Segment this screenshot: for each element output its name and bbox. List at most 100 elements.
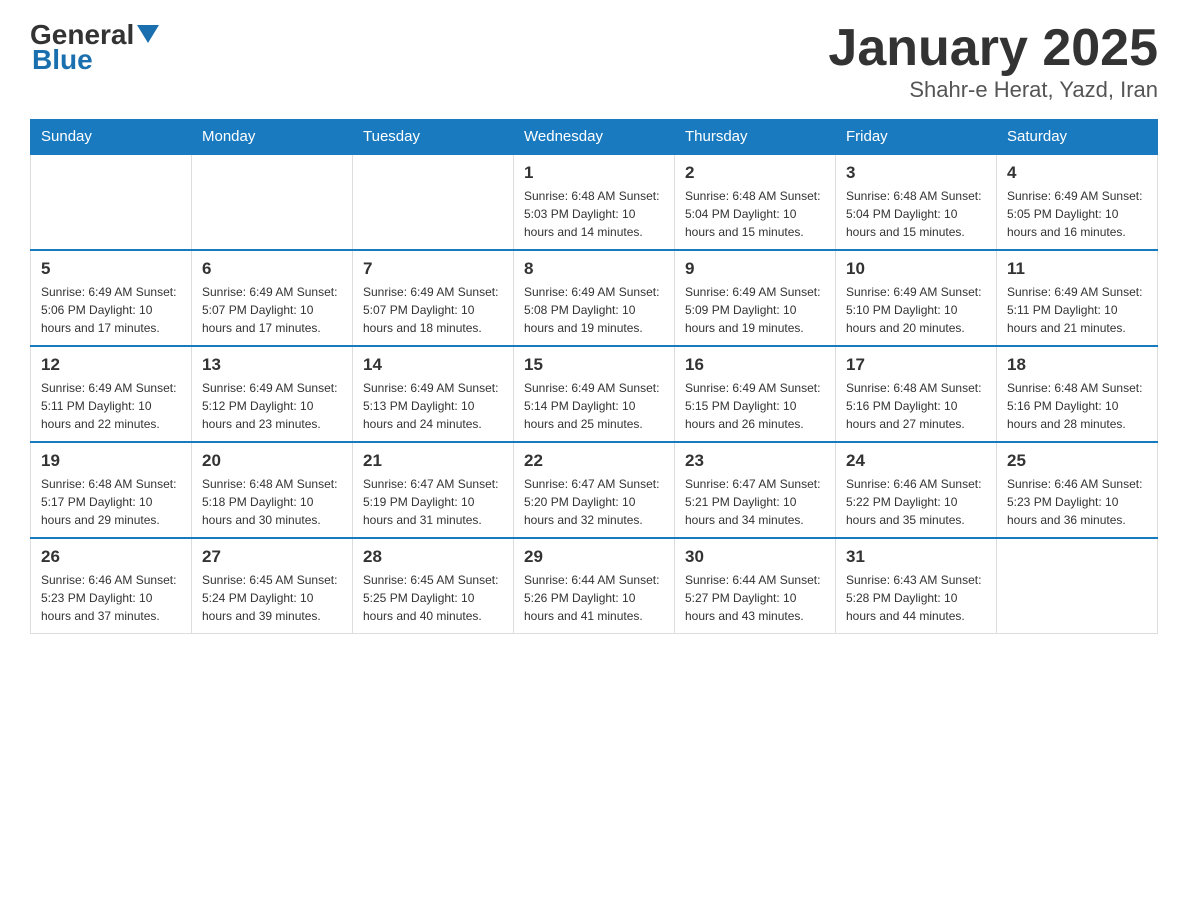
day-info: Sunrise: 6:48 AM Sunset: 5:16 PM Dayligh… bbox=[846, 379, 986, 433]
day-number: 26 bbox=[41, 547, 181, 567]
calendar-cell: 1 Sunrise: 6:48 AM Sunset: 5:03 PM Daylig… bbox=[514, 154, 675, 250]
calendar-cell: 30Sunrise: 6:44 AM Sunset: 5:27 PM Dayli… bbox=[675, 538, 836, 634]
day-info: Sunrise: 6:49 AM Sunset: 5:15 PM Dayligh… bbox=[685, 379, 825, 433]
day-number: 14 bbox=[363, 355, 503, 375]
weekday-header-monday: Monday bbox=[192, 120, 353, 155]
page-header: General Blue January 2025 Shahr-e Herat,… bbox=[30, 20, 1158, 103]
day-number: 13 bbox=[202, 355, 342, 375]
calendar-week-2: 5 Sunrise: 6:49 AM Sunset: 5:06 PM Daylig… bbox=[31, 250, 1158, 346]
day-info: Sunrise: 6:48 AM Sunset: 5:03 PM Dayligh… bbox=[524, 187, 664, 241]
day-info: Sunrise: 6:47 AM Sunset: 5:21 PM Dayligh… bbox=[685, 475, 825, 529]
day-info: Sunrise: 6:48 AM Sunset: 5:18 PM Dayligh… bbox=[202, 475, 342, 529]
day-info: Sunrise: 6:48 AM Sunset: 5:04 PM Dayligh… bbox=[685, 187, 825, 241]
day-info: Sunrise: 6:49 AM Sunset: 5:11 PM Dayligh… bbox=[1007, 283, 1147, 337]
calendar-cell: 7Sunrise: 6:49 AM Sunset: 5:07 PM Daylig… bbox=[353, 250, 514, 346]
weekday-header-row: SundayMondayTuesdayWednesdayThursdayFrid… bbox=[31, 120, 1158, 155]
calendar-title: January 2025 bbox=[828, 20, 1158, 77]
calendar-cell: 27 Sunrise: 6:45 AM Sunset: 5:24 PM Dayli… bbox=[192, 538, 353, 634]
day-number: 16 bbox=[685, 355, 825, 375]
calendar-cell: 12 Sunrise: 6:49 AM Sunset: 5:11 PM Dayli… bbox=[31, 346, 192, 442]
day-info: Sunrise: 6:49 AM Sunset: 5:08 PM Dayligh… bbox=[524, 283, 664, 337]
calendar-cell: 4 Sunrise: 6:49 AM Sunset: 5:05 PM Daylig… bbox=[997, 154, 1158, 250]
day-number: 18 bbox=[1007, 355, 1147, 375]
calendar-cell: 19 Sunrise: 6:48 AM Sunset: 5:17 PM Dayli… bbox=[31, 442, 192, 538]
day-number: 17 bbox=[846, 355, 986, 375]
calendar-cell: 20Sunrise: 6:48 AM Sunset: 5:18 PM Dayli… bbox=[192, 442, 353, 538]
day-number: 22 bbox=[524, 451, 664, 471]
day-number: 6 bbox=[202, 259, 342, 279]
calendar-cell bbox=[997, 538, 1158, 634]
calendar-week-3: 12 Sunrise: 6:49 AM Sunset: 5:11 PM Dayli… bbox=[31, 346, 1158, 442]
weekday-header-wednesday: Wednesday bbox=[514, 120, 675, 155]
weekday-header-sunday: Sunday bbox=[31, 120, 192, 155]
day-number: 27 bbox=[202, 547, 342, 567]
calendar-cell: 8 Sunrise: 6:49 AM Sunset: 5:08 PM Daylig… bbox=[514, 250, 675, 346]
logo: General Blue bbox=[30, 20, 159, 74]
day-number: 8 bbox=[524, 259, 664, 279]
day-number: 3 bbox=[846, 163, 986, 183]
day-info: Sunrise: 6:48 AM Sunset: 5:04 PM Dayligh… bbox=[846, 187, 986, 241]
calendar-cell: 6 Sunrise: 6:49 AM Sunset: 5:07 PM Daylig… bbox=[192, 250, 353, 346]
day-number: 28 bbox=[363, 547, 503, 567]
day-info: Sunrise: 6:47 AM Sunset: 5:19 PM Dayligh… bbox=[363, 475, 503, 529]
calendar-cell: 31 Sunrise: 6:43 AM Sunset: 5:28 PM Dayli… bbox=[836, 538, 997, 634]
day-number: 12 bbox=[41, 355, 181, 375]
calendar-cell: 16 Sunrise: 6:49 AM Sunset: 5:15 PM Dayli… bbox=[675, 346, 836, 442]
calendar-cell: 23Sunrise: 6:47 AM Sunset: 5:21 PM Dayli… bbox=[675, 442, 836, 538]
day-number: 21 bbox=[363, 451, 503, 471]
calendar-cell: 29 Sunrise: 6:44 AM Sunset: 5:26 PM Dayli… bbox=[514, 538, 675, 634]
day-number: 11 bbox=[1007, 259, 1147, 279]
day-info: Sunrise: 6:49 AM Sunset: 5:11 PM Dayligh… bbox=[41, 379, 181, 433]
day-info: Sunrise: 6:49 AM Sunset: 5:14 PM Dayligh… bbox=[524, 379, 664, 433]
calendar-cell: 13Sunrise: 6:49 AM Sunset: 5:12 PM Dayli… bbox=[192, 346, 353, 442]
day-info: Sunrise: 6:43 AM Sunset: 5:28 PM Dayligh… bbox=[846, 571, 986, 625]
weekday-header-saturday: Saturday bbox=[997, 120, 1158, 155]
calendar-cell: 21 Sunrise: 6:47 AM Sunset: 5:19 PM Dayli… bbox=[353, 442, 514, 538]
logo-blue-text: Blue bbox=[32, 44, 93, 75]
day-info: Sunrise: 6:48 AM Sunset: 5:16 PM Dayligh… bbox=[1007, 379, 1147, 433]
logo-triangle-icon bbox=[137, 25, 159, 43]
day-info: Sunrise: 6:49 AM Sunset: 5:05 PM Dayligh… bbox=[1007, 187, 1147, 241]
day-info: Sunrise: 6:46 AM Sunset: 5:23 PM Dayligh… bbox=[1007, 475, 1147, 529]
calendar-cell: 22Sunrise: 6:47 AM Sunset: 5:20 PM Dayli… bbox=[514, 442, 675, 538]
calendar-cell bbox=[353, 154, 514, 250]
day-info: Sunrise: 6:49 AM Sunset: 5:06 PM Dayligh… bbox=[41, 283, 181, 337]
weekday-header-friday: Friday bbox=[836, 120, 997, 155]
calendar-cell: 17 Sunrise: 6:48 AM Sunset: 5:16 PM Dayli… bbox=[836, 346, 997, 442]
day-number: 24 bbox=[846, 451, 986, 471]
day-info: Sunrise: 6:44 AM Sunset: 5:26 PM Dayligh… bbox=[524, 571, 664, 625]
calendar-cell: 3 Sunrise: 6:48 AM Sunset: 5:04 PM Daylig… bbox=[836, 154, 997, 250]
calendar-cell: 28 Sunrise: 6:45 AM Sunset: 5:25 PM Dayli… bbox=[353, 538, 514, 634]
day-number: 31 bbox=[846, 547, 986, 567]
calendar-cell: 18 Sunrise: 6:48 AM Sunset: 5:16 PM Dayli… bbox=[997, 346, 1158, 442]
day-info: Sunrise: 6:45 AM Sunset: 5:25 PM Dayligh… bbox=[363, 571, 503, 625]
day-number: 9 bbox=[685, 259, 825, 279]
day-number: 25 bbox=[1007, 451, 1147, 471]
calendar-week-5: 26 Sunrise: 6:46 AM Sunset: 5:23 PM Dayli… bbox=[31, 538, 1158, 634]
day-number: 30 bbox=[685, 547, 825, 567]
calendar-cell: 5 Sunrise: 6:49 AM Sunset: 5:06 PM Daylig… bbox=[31, 250, 192, 346]
day-number: 5 bbox=[41, 259, 181, 279]
calendar-cell: 26 Sunrise: 6:46 AM Sunset: 5:23 PM Dayli… bbox=[31, 538, 192, 634]
calendar-cell: 24 Sunrise: 6:46 AM Sunset: 5:22 PM Dayli… bbox=[836, 442, 997, 538]
weekday-header-thursday: Thursday bbox=[675, 120, 836, 155]
day-info: Sunrise: 6:48 AM Sunset: 5:17 PM Dayligh… bbox=[41, 475, 181, 529]
calendar-cell bbox=[192, 154, 353, 250]
day-info: Sunrise: 6:46 AM Sunset: 5:23 PM Dayligh… bbox=[41, 571, 181, 625]
day-number: 4 bbox=[1007, 163, 1147, 183]
day-number: 15 bbox=[524, 355, 664, 375]
day-info: Sunrise: 6:49 AM Sunset: 5:09 PM Dayligh… bbox=[685, 283, 825, 337]
calendar-cell: 25 Sunrise: 6:46 AM Sunset: 5:23 PM Dayli… bbox=[997, 442, 1158, 538]
day-info: Sunrise: 6:49 AM Sunset: 5:07 PM Dayligh… bbox=[202, 283, 342, 337]
weekday-header-tuesday: Tuesday bbox=[353, 120, 514, 155]
day-number: 10 bbox=[846, 259, 986, 279]
day-info: Sunrise: 6:45 AM Sunset: 5:24 PM Dayligh… bbox=[202, 571, 342, 625]
calendar-cell: 10Sunrise: 6:49 AM Sunset: 5:10 PM Dayli… bbox=[836, 250, 997, 346]
day-number: 19 bbox=[41, 451, 181, 471]
calendar-cell: 11 Sunrise: 6:49 AM Sunset: 5:11 PM Dayli… bbox=[997, 250, 1158, 346]
day-info: Sunrise: 6:46 AM Sunset: 5:22 PM Dayligh… bbox=[846, 475, 986, 529]
calendar-cell: 15 Sunrise: 6:49 AM Sunset: 5:14 PM Dayli… bbox=[514, 346, 675, 442]
title-block: January 2025 Shahr-e Herat, Yazd, Iran bbox=[828, 20, 1158, 103]
day-number: 1 bbox=[524, 163, 664, 183]
day-number: 29 bbox=[524, 547, 664, 567]
